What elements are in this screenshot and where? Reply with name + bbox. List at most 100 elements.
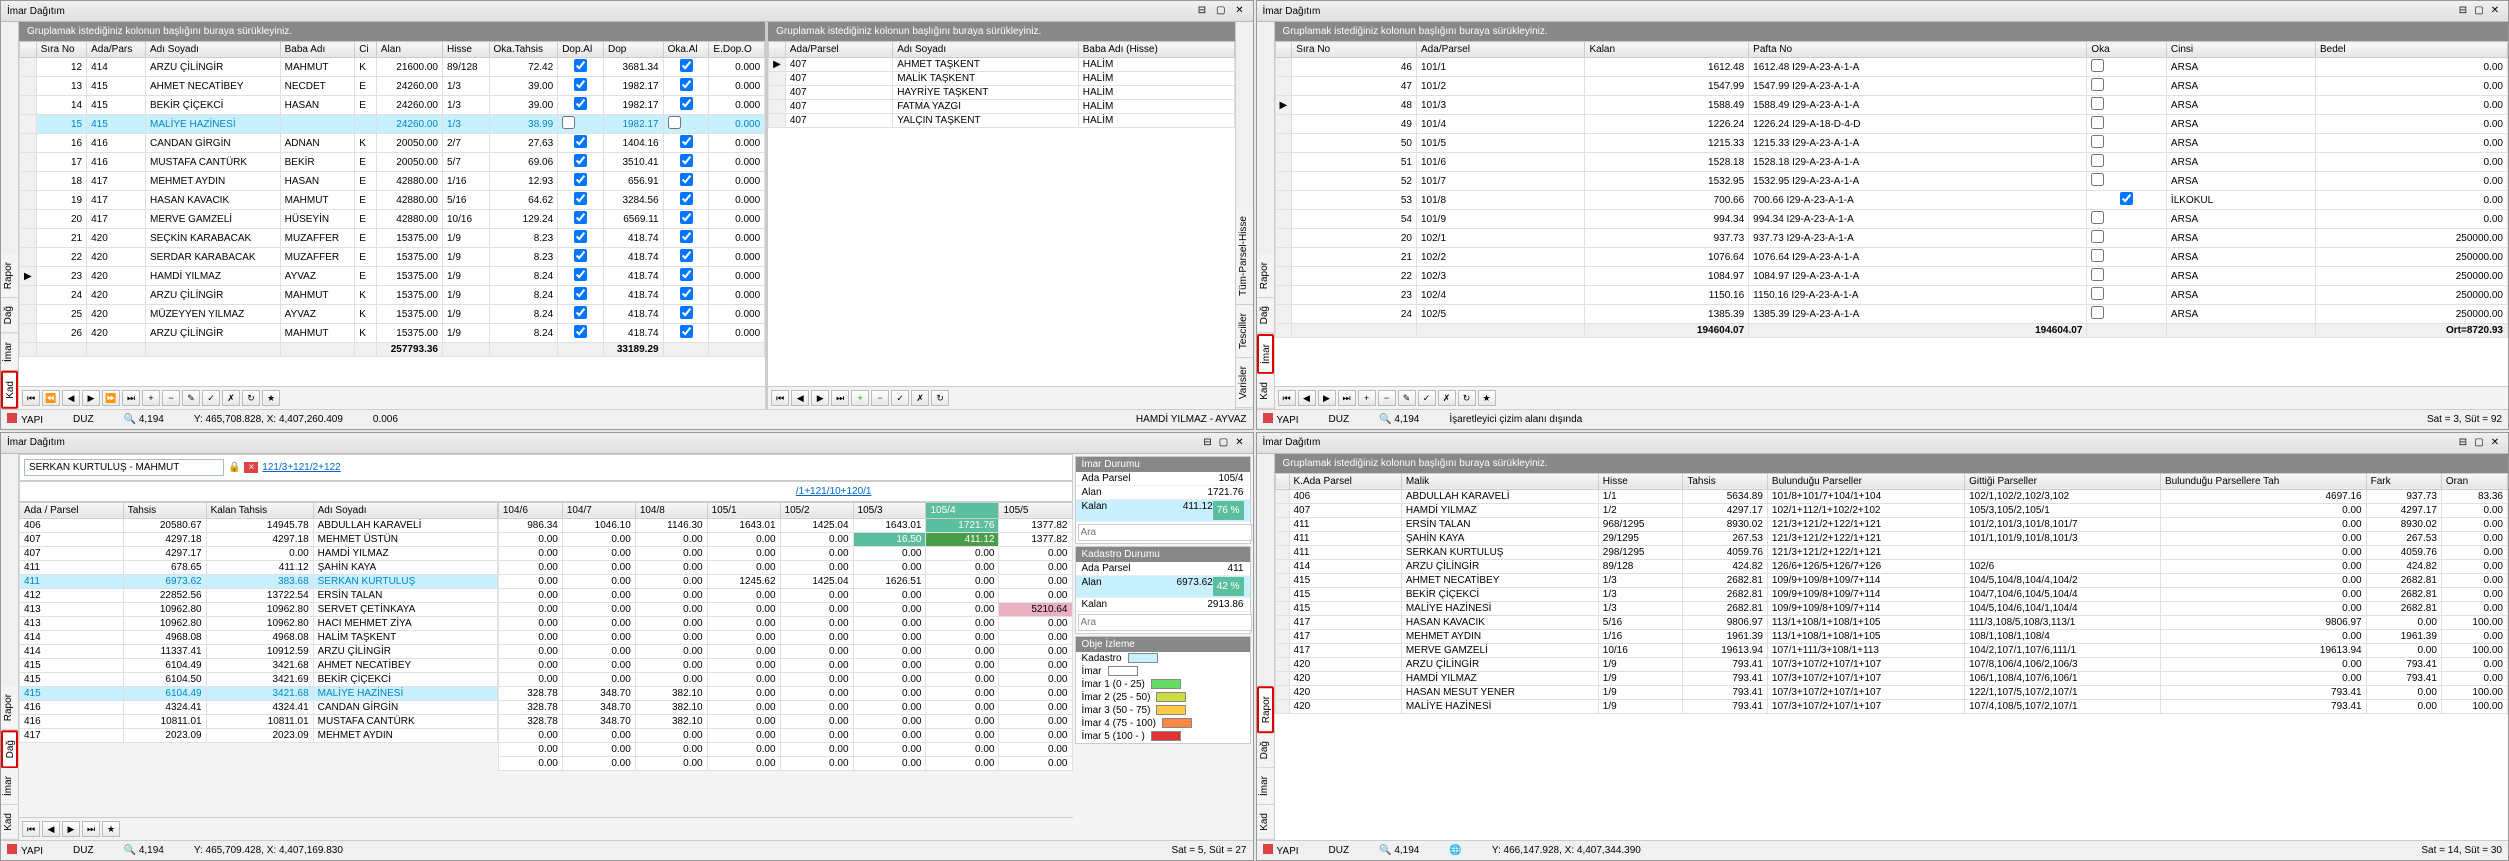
checkbox[interactable] [2091,230,2104,243]
table-row[interactable]: 417HASAN KAVACIK5/169806.97113/1+108/1+1… [1275,615,2508,629]
nav-cancel[interactable]: ✗ [1438,390,1456,406]
checkbox[interactable] [680,135,693,148]
parcel-link[interactable]: 121/3+121/2+122 [262,462,340,473]
checkbox[interactable] [2091,59,2104,72]
tab-imar[interactable]: İmar [1257,768,1274,805]
table-row[interactable]: 417MERVE GAMZELİ10/1619613.94107/1+111/3… [1275,643,2508,657]
table-row[interactable]: 47101/21547.991547.99 I29-A-23-A-1-AARSA… [1275,77,2508,96]
table-row[interactable]: ▶23420HAMDİ YILMAZAYVAZE15375.001/98.244… [20,267,765,286]
table-row[interactable]: 41310962.8010962.80HACI MEHMET ZİYA [20,616,498,630]
tab-rapor[interactable]: Rapor [1,254,18,298]
table-row[interactable]: 4074297.170.00HAMDİ YILMAZ [20,546,498,560]
nav-cancel[interactable]: ✗ [911,390,929,406]
col-header[interactable]: Bedel [2315,42,2507,58]
checkbox[interactable] [680,173,693,186]
col-header[interactable]: Hisse [442,42,489,58]
checkbox[interactable] [680,287,693,300]
table-row[interactable]: 15415MALİYE HAZİNESİ24260.001/338.991982… [20,115,765,134]
checkbox[interactable] [680,192,693,205]
tab-rapor[interactable]: Rapor [1257,686,1274,733]
col-header[interactable]: 104/7 [562,502,635,518]
checkbox[interactable] [680,78,693,91]
table-row[interactable]: 0.000.000.000.000.000.000.000.00 [498,728,1072,742]
tab-dag[interactable]: Dağ [1,730,18,768]
checkbox[interactable] [574,154,587,167]
checkbox[interactable] [680,59,693,72]
table-row[interactable]: ▶48101/31588.491588.49 I29-A-23-A-1-AARS… [1275,96,2508,115]
legend-item[interactable]: İmar [1076,665,1250,678]
col-header[interactable]: Cinsi [2166,42,2315,58]
table-row[interactable]: 411SERKAN KURTULUŞ298/12954059.76121/3+1… [1275,545,2508,559]
table-row[interactable]: 407FATMA YAZGIHALİM [769,100,1234,114]
table-row[interactable]: 21102/21076.641076.64 I29-A-23-A-1-AARSA… [1275,248,2508,267]
close-icon[interactable]: ✕ [1233,4,1247,18]
nav-refresh[interactable]: ↻ [931,390,949,406]
table-row[interactable]: ▶407AHMET TAŞKENTHALİM [769,58,1234,72]
nav-prev[interactable]: ◀ [1298,390,1316,406]
legend-item[interactable]: İmar 5 (100 - ) [1076,730,1250,743]
table-row[interactable]: 4172023.092023.09MEHMET AYDIN [20,728,498,742]
table-row[interactable]: 22102/31084.971084.97 I29-A-23-A-1-AARSA… [1275,267,2508,286]
nav-refresh[interactable]: ↻ [242,390,260,406]
table-row[interactable]: 420MALİYE HAZİNESİ1/9793.41107/3+107/2+1… [1275,699,2508,713]
nav-next[interactable]: ▶ [811,390,829,406]
table-row[interactable]: 54101/9994.34994.34 I29-A-23-A-1-AARSA0.… [1275,210,2508,229]
table-row[interactable]: 41310962.8010962.80SERVET ÇETİNKAYA [20,602,498,616]
table-row[interactable]: 4144968.084968.08HALİM TAŞKENT [20,630,498,644]
pin-icon[interactable]: ⊟ [1201,436,1215,450]
checkbox[interactable] [574,97,587,110]
table-row[interactable]: 21420SEÇKİN KARABACAKMUZAFFERE15375.001/… [20,229,765,248]
col-header[interactable]: 104/8 [635,502,707,518]
maximize-icon[interactable]: ▢ [1217,436,1231,450]
table-row[interactable]: 41411337.4110912.59ARZU ÇİLİNGİR [20,644,498,658]
nav-next[interactable]: ▶ [62,821,80,837]
nav-last[interactable]: ⏭ [1338,390,1356,406]
checkbox[interactable] [2091,249,2104,262]
table-row[interactable]: 24102/51385.391385.39 I29-A-23-A-1-AARSA… [1275,305,2508,324]
nav-last[interactable]: ⏭ [82,821,100,837]
checkbox[interactable] [574,268,587,281]
table-row[interactable]: 420HAMDİ YILMAZ1/9793.41107/3+107/2+107/… [1275,671,2508,685]
table-row[interactable]: 19417HASAN KAVACIKMAHMUTE42880.005/1664.… [20,191,765,210]
checkbox[interactable] [680,268,693,281]
col-header[interactable]: Oka [2087,42,2167,58]
table-row[interactable]: 20102/1937.73937.73 I29-A-23-A-1-AARSA25… [1275,229,2508,248]
checkbox[interactable] [2091,78,2104,91]
table-row[interactable]: 0.000.000.000.000.000.000.000.00 [498,560,1072,574]
checkbox[interactable] [680,325,693,338]
col-header[interactable]: 105/3 [853,502,926,518]
nav-add[interactable]: + [1358,390,1376,406]
nav-refresh[interactable]: ↻ [1458,390,1476,406]
col-header[interactable]: Ada/Parsel [1417,42,1585,58]
col-header[interactable]: Kalan [1585,42,1749,58]
maximize-icon[interactable]: ▢ [2472,4,2486,18]
table-row[interactable]: 0.000.000.000.000.000.000.000.00 [498,756,1072,770]
col-header[interactable]: Malik [1401,473,1598,489]
col-header[interactable]: Fark [2366,473,2441,489]
table-row[interactable]: 406ABDULLAH KARAVELİ1/15634.89101/8+101/… [1275,489,2508,503]
table-row[interactable]: 25420MÜZEYYEN YILMAZAYVAZK15375.001/98.2… [20,305,765,324]
table-row[interactable]: 415BEKİR ÇİÇEKCİ1/32682.81109/9+109/8+10… [1275,587,2508,601]
table-row[interactable]: 0.000.000.000.000.000.000.000.00 [498,588,1072,602]
search-imar[interactable] [1078,524,1252,541]
group-bar-r[interactable]: Gruplamak istediğiniz kolonun başlığını … [768,22,1234,41]
checkbox[interactable] [2091,268,2104,281]
table-row[interactable]: 0.000.000.000.000.000.000.000.00 [498,616,1072,630]
col-header[interactable]: Tahsis [123,502,206,518]
tab-imar[interactable]: İmar [1257,334,1274,374]
col-header[interactable]: Adı Soyadı [893,42,1079,58]
nav-edit[interactable]: ✎ [1398,390,1416,406]
nav-next[interactable]: ▶ [82,390,100,406]
table-row[interactable]: 40620580.6714945.78ABDULLAH KARAVELİ [20,518,498,532]
col-header[interactable]: Oka.Tahsis [489,42,558,58]
nav-cancel[interactable]: ✗ [222,390,240,406]
table-row[interactable]: 0.000.000.000.000.000.000.005210.64 [498,602,1072,616]
checkbox[interactable] [680,230,693,243]
col-header[interactable]: Gittiği Parseller [1965,473,2161,489]
col-header[interactable]: E.Dop.O [709,42,765,58]
table-row[interactable]: 420HASAN MESUT YENER1/9793.41107/3+107/2… [1275,685,2508,699]
grid-right[interactable]: Ada/ParselAdı SoyadıBaba Adı (Hisse)▶407… [768,41,1234,386]
table-row[interactable]: 26420ARZU ÇİLİNGİRMAHMUTK15375.001/98.24… [20,324,765,343]
nav-ok[interactable]: ✓ [891,390,909,406]
nav-next[interactable]: ▶ [1318,390,1336,406]
